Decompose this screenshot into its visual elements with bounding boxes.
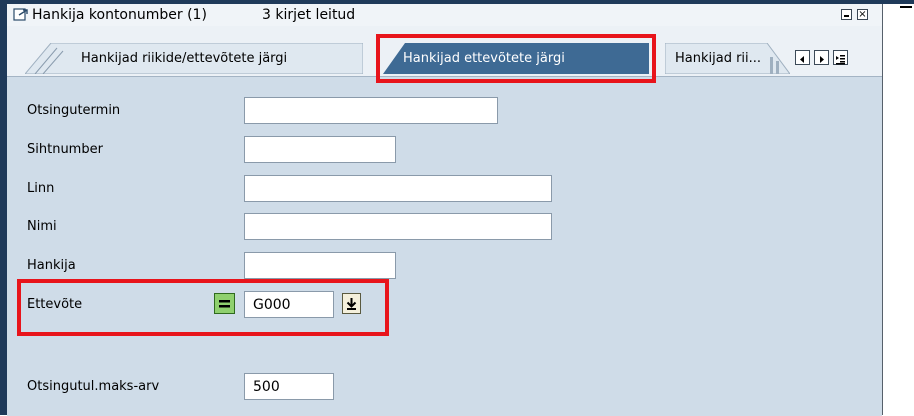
active-tab-highlight <box>376 34 656 83</box>
tab-label: Hankijad riikide/ettevõtete järgi <box>81 51 288 66</box>
tab-vendors-by-country[interactable]: Hankijad rii... <box>665 43 790 74</box>
search-help-dialog: Hankija kontonumber (1) 3 kirjet leitud … <box>7 4 883 416</box>
postcode-label: Sihtnumber <box>27 142 103 157</box>
tab-list-button[interactable] <box>833 50 848 65</box>
city-label: Linn <box>27 181 55 196</box>
dialog-title: Hankija kontonumber (1) <box>32 7 207 23</box>
search-criteria-panel: Otsingutermin Sihtnumber Linn Nimi Hanki… <box>7 76 882 416</box>
screen-left-border <box>0 0 7 415</box>
name-label: Nimi <box>27 219 57 234</box>
scroll-tabs-right-button[interactable] <box>814 50 829 65</box>
postcode-input[interactable] <box>244 136 396 163</box>
max-hits-input[interactable]: 500 <box>244 373 334 400</box>
max-hits-label: Otsingutul.maks-arv <box>27 379 160 394</box>
tab-list-icon <box>836 55 845 65</box>
search-term-label: Otsingutermin <box>27 103 121 118</box>
city-input[interactable] <box>244 175 552 202</box>
name-input[interactable] <box>244 213 552 240</box>
dialog-titlebar: Hankija kontonumber (1) 3 kirjet leitud … <box>7 4 882 27</box>
tab-label: Hankijad rii... <box>675 51 762 66</box>
vendor-label: Hankija <box>27 258 76 273</box>
minimize-button[interactable] <box>841 9 852 20</box>
arrow-right-icon <box>820 56 824 63</box>
tab-vendors-by-country-company[interactable]: Hankijad riikide/ettevõtete järgi <box>25 43 363 74</box>
vendor-input[interactable] <box>244 252 396 279</box>
arrow-left-icon <box>800 56 804 63</box>
result-count-status: 3 kirjet leitud <box>262 7 356 23</box>
restore-window-icon[interactable] <box>13 8 29 22</box>
screen-corner-mark <box>900 6 912 8</box>
close-button[interactable]: × <box>857 9 868 20</box>
search-term-input[interactable] <box>244 97 498 124</box>
company-field-highlight <box>17 279 389 336</box>
scroll-tabs-left-button[interactable] <box>795 50 810 65</box>
